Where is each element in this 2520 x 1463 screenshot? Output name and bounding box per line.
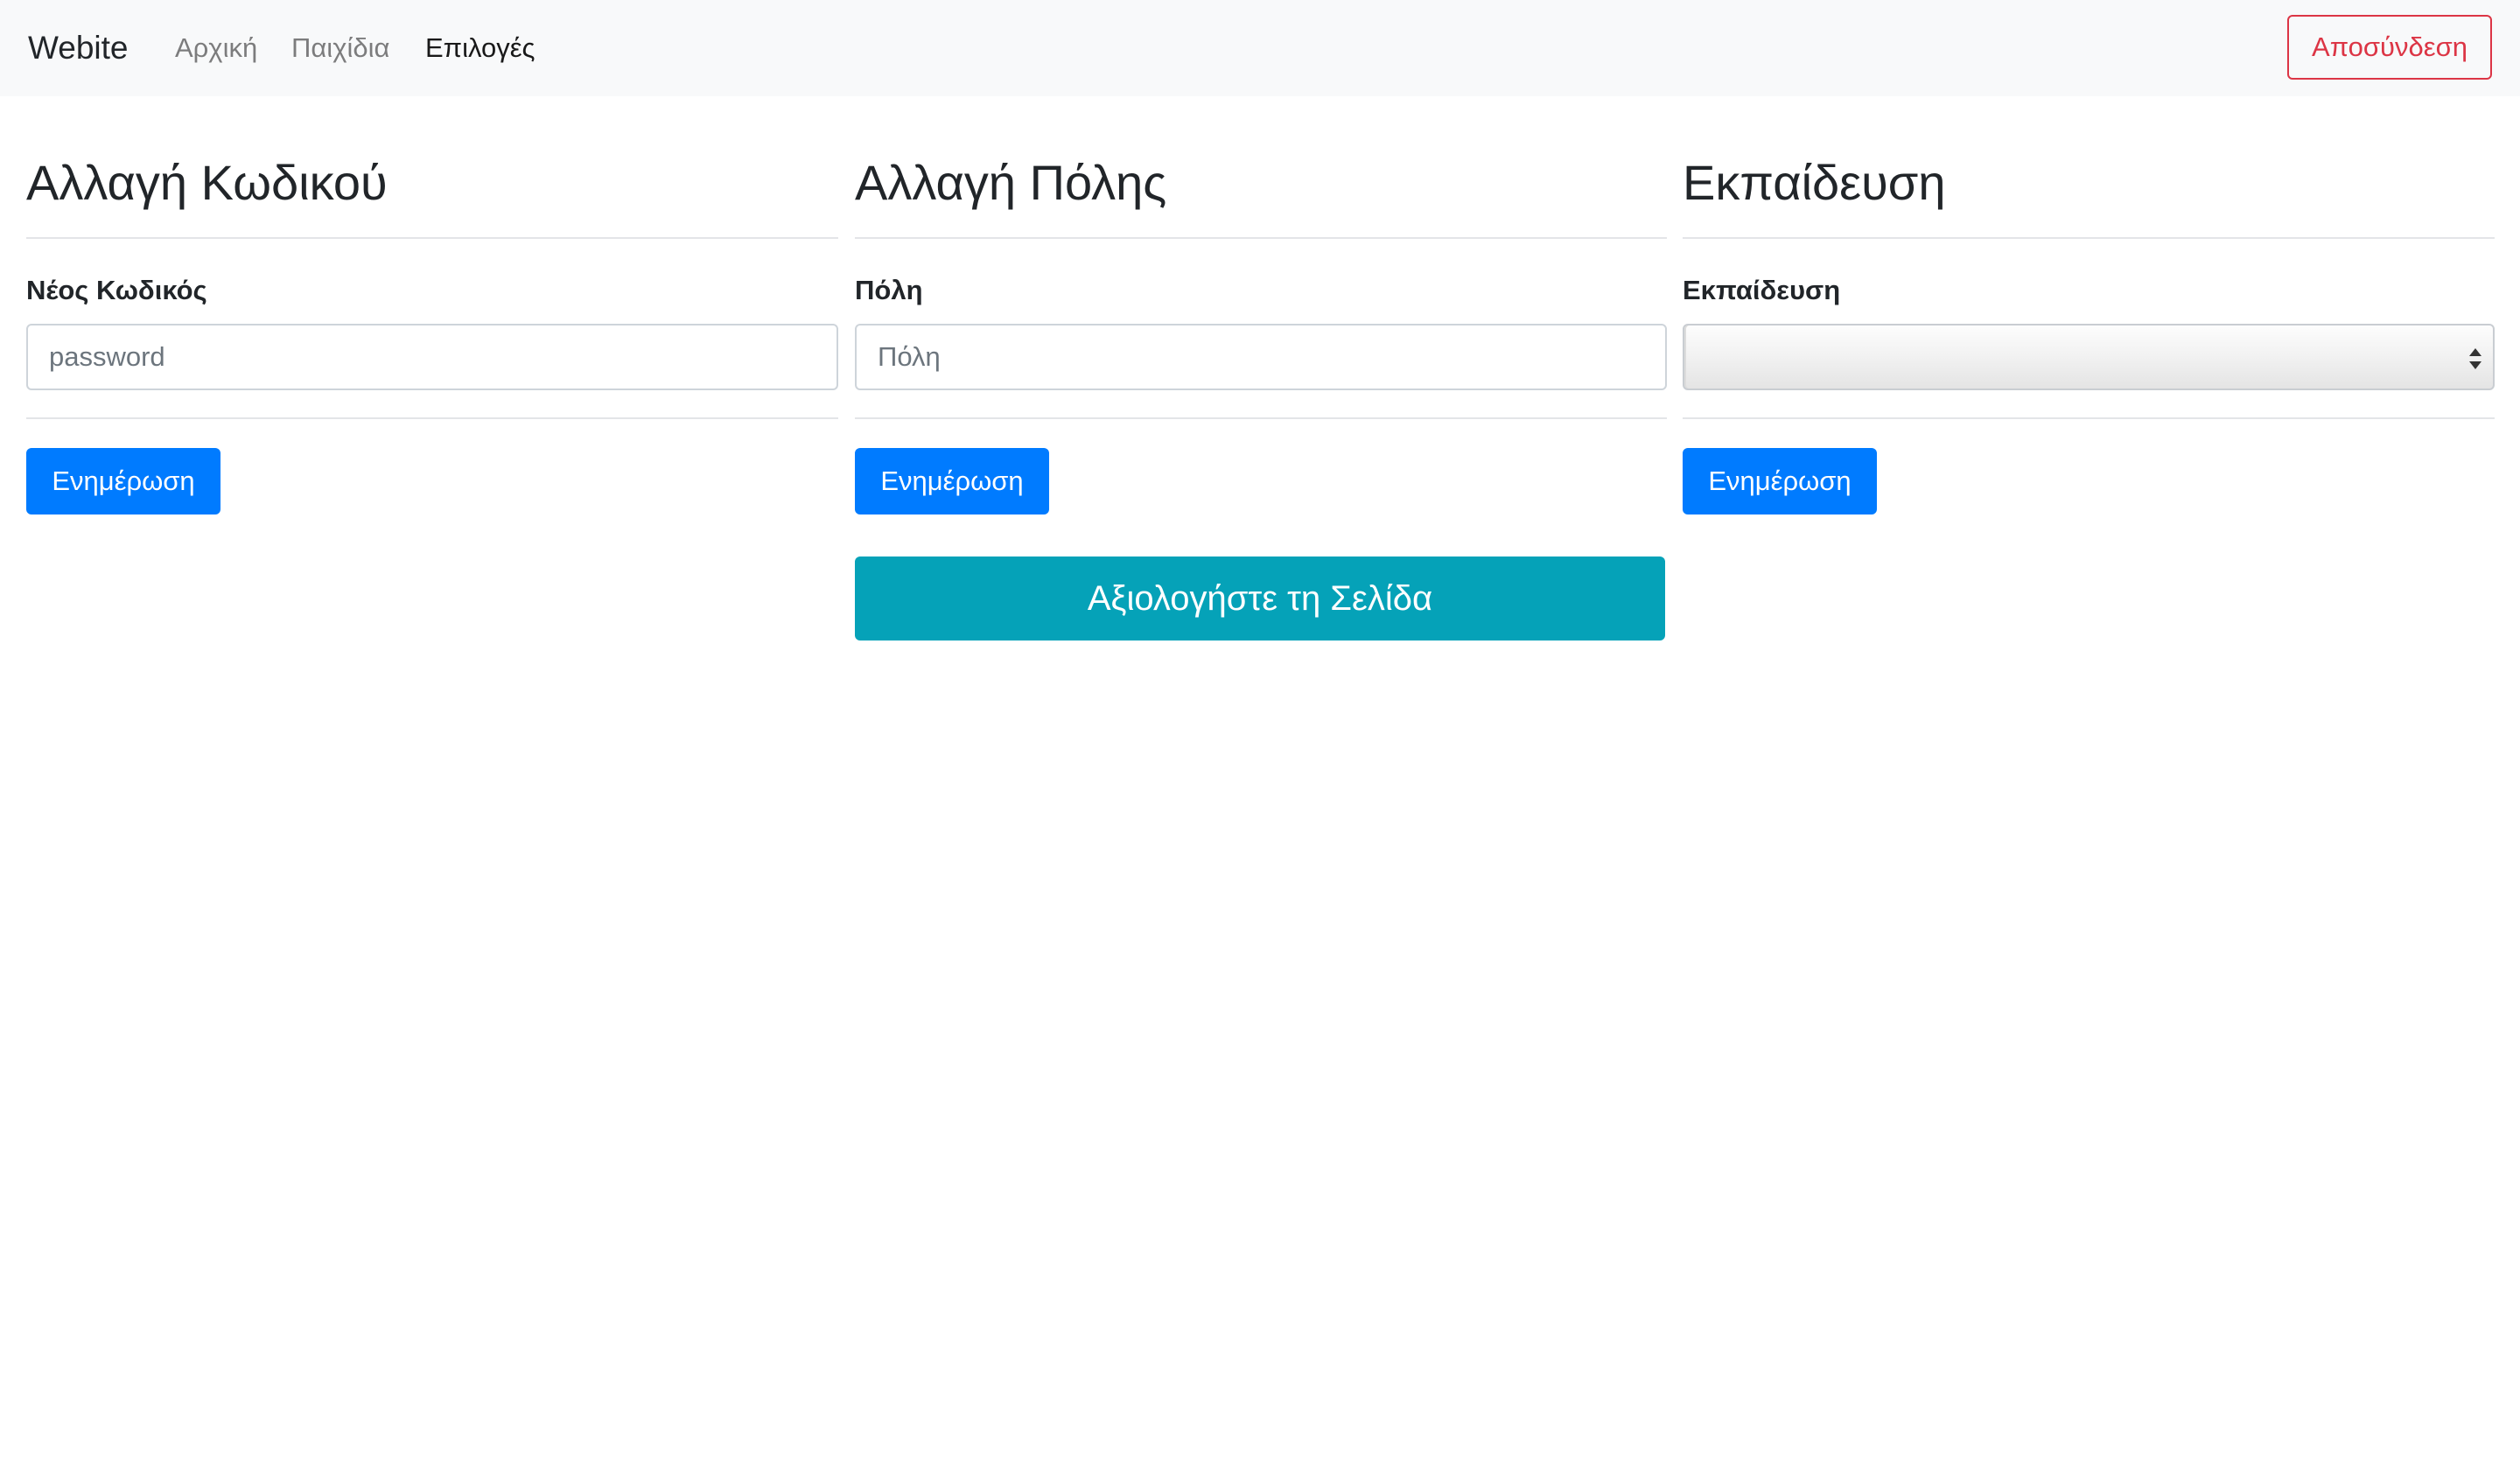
field-label: Νέος Κωδικός (26, 275, 207, 305)
change-password-section: Αλλαγή Κωδικού Νέος Κωδικός Ενημέρωση (26, 0, 838, 665)
field-label: Πόλη (855, 275, 923, 305)
rate-page-button[interactable]: Αξιολογήστε τη Σελίδα (855, 556, 1665, 640)
new-password-input[interactable] (26, 324, 838, 390)
field-label: Εκπαίδευση (1683, 275, 1841, 305)
section-title: Εκπαίδευση (1683, 155, 1946, 210)
update-city-button[interactable]: Ενημέρωση (855, 448, 1049, 514)
divider (1683, 237, 2495, 239)
divider (26, 417, 838, 419)
update-education-button[interactable]: Ενημέρωση (1683, 448, 1877, 514)
divider (855, 417, 1667, 419)
select-arrows-icon (2469, 348, 2482, 369)
section-title: Αλλαγή Πόλης (855, 155, 1167, 210)
update-password-button[interactable]: Ενημέρωση (26, 448, 220, 514)
divider (26, 237, 838, 239)
divider (855, 237, 1667, 239)
education-section: Εκπαίδευση Εκπαίδευση Ενημέρωση (1683, 0, 2495, 665)
section-title: Αλλαγή Κωδικού (26, 155, 388, 210)
education-select[interactable] (1683, 324, 2495, 390)
city-input[interactable] (855, 324, 1667, 390)
divider (1683, 417, 2495, 419)
